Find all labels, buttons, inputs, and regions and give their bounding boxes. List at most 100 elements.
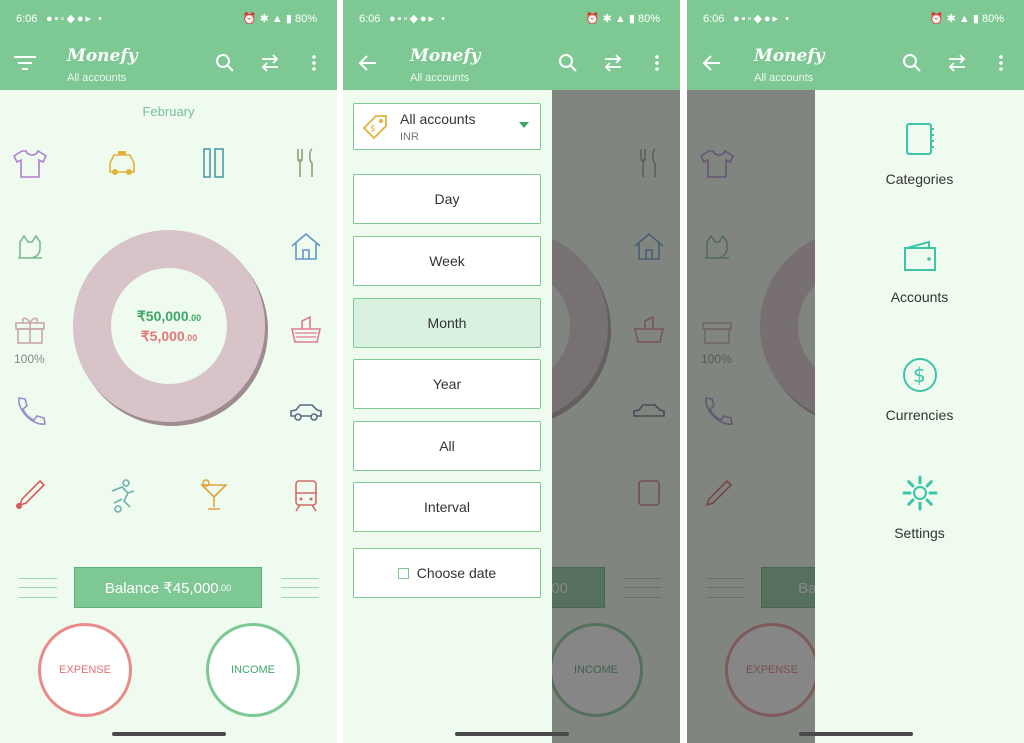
gift-icon[interactable]: [10, 309, 50, 349]
pet-icon[interactable]: [10, 226, 50, 266]
summary-donut[interactable]: ₹50,000.00 ₹5,000.00: [73, 230, 265, 422]
account-currency: INR: [400, 131, 419, 143]
account-selector[interactable]: $ All accounts INR: [353, 103, 541, 150]
shirt-icon[interactable]: [10, 143, 50, 183]
status-right: ⏰ ✱ ▲ ▮ 80%: [242, 13, 317, 25]
chevron-down-icon: [519, 122, 529, 128]
status-right: ⏰ ✱ ▲ ▮ 80%: [929, 13, 1004, 25]
brand-logo: Monefy: [754, 46, 825, 66]
price-tag-icon: $: [362, 115, 387, 140]
status-bar: 6:06 ●▪▫◆●▸ • ⏰ ✱ ▲ ▮ 80%: [687, 0, 1024, 38]
menu-item-label: Currencies: [885, 407, 954, 423]
dim-overlay[interactable]: [552, 90, 680, 743]
menu-item-settings[interactable]: Settings: [815, 474, 1024, 541]
period-year-button[interactable]: Year: [353, 359, 541, 409]
brand-logo: Monefy: [67, 46, 138, 66]
app-bar: Monefy All accounts: [0, 38, 337, 90]
toiletries-icon[interactable]: [194, 143, 234, 183]
phone-period-screen: 6:06 ●▪▫◆●▸ • ⏰ ✱ ▲ ▮ 80% Monefy All acc…: [343, 0, 680, 743]
notebook-icon: [905, 123, 934, 155]
menu-item-label: Accounts: [890, 289, 949, 305]
account-subtitle: All accounts: [67, 72, 127, 84]
home-indicator: [112, 732, 226, 736]
gift-percent: 100%: [14, 352, 45, 366]
transfer-icon[interactable]: [946, 52, 968, 74]
menu-item-currencies[interactable]: $ Currencies: [815, 356, 1024, 423]
filter-icon[interactable]: [14, 52, 36, 74]
back-arrow-icon[interactable]: [701, 52, 723, 74]
account-subtitle: All accounts: [754, 72, 814, 84]
expense-total: ₹5,000.00: [140, 327, 198, 344]
right-menu-lines: [281, 578, 319, 598]
period-day-button[interactable]: Day: [353, 174, 541, 224]
status-bar: 6:06 ●▪▫◆●▸ • ⏰ ✱ ▲ ▮ 80%: [0, 0, 337, 38]
period-interval-button[interactable]: Interval: [353, 482, 541, 532]
more-icon[interactable]: [646, 52, 668, 74]
svg-text:$: $: [370, 124, 376, 134]
phone-main-screen: 6:06 ●▪▫◆●▸ • ⏰ ✱ ▲ ▮ 80% Monefy All acc…: [0, 0, 337, 743]
balance-button[interactable]: Balance ₹45,000.00: [74, 567, 262, 608]
left-menu-lines: [19, 578, 57, 598]
app-bar: Monefy All accounts: [343, 38, 680, 90]
search-icon[interactable]: [901, 52, 923, 74]
cutlery-icon[interactable]: [286, 143, 326, 183]
calendar-icon: [397, 567, 409, 579]
menu-item-accounts[interactable]: Accounts: [815, 238, 1024, 305]
choose-date-button[interactable]: Choose date: [353, 548, 541, 598]
month-label: February: [142, 104, 195, 119]
period-drawer: $ All accounts INR Day Week Month Year A…: [343, 90, 552, 743]
transfer-icon[interactable]: [259, 52, 281, 74]
train-icon[interactable]: [286, 475, 326, 515]
wallet-icon: [903, 240, 936, 271]
status-time: 6:06: [703, 13, 725, 25]
brand-logo: Monefy: [410, 46, 481, 66]
search-icon[interactable]: [214, 52, 236, 74]
status-time: 6:06: [359, 13, 381, 25]
phone-icon[interactable]: [10, 392, 50, 432]
car-icon[interactable]: [286, 392, 326, 432]
notification-icons: ●▪▫◆●▸ •: [733, 13, 791, 25]
search-icon[interactable]: [557, 52, 579, 74]
thermometer-icon[interactable]: [10, 475, 50, 515]
more-icon[interactable]: [990, 52, 1012, 74]
battery-level: 80%: [637, 13, 660, 25]
expense-button[interactable]: EXPENSE: [38, 623, 132, 717]
income-total: ₹50,000.00: [136, 307, 202, 324]
status-right: ⏰ ✱ ▲ ▮ 80%: [585, 13, 660, 25]
donut-center: ₹50,000.00 ₹5,000.00: [111, 268, 227, 384]
status-time: 6:06: [16, 13, 38, 25]
taxi-icon[interactable]: [102, 143, 142, 183]
screenshot-collage: 6:06 ●▪▫◆●▸ • ⏰ ✱ ▲ ▮ 80% Monefy All acc…: [0, 0, 1024, 743]
home-indicator: [799, 732, 913, 736]
app-bar: Monefy All accounts: [687, 38, 1024, 90]
account-name: All accounts: [400, 111, 476, 127]
sports-icon[interactable]: [102, 475, 142, 515]
choose-date-label: Choose date: [416, 565, 497, 581]
svg-text:$: $: [913, 363, 926, 387]
notification-icons: ●▪▫◆●▸ •: [389, 13, 447, 25]
period-all-button[interactable]: All: [353, 421, 541, 471]
house-icon[interactable]: [286, 226, 326, 266]
status-bar: 6:06 ●▪▫◆●▸ • ⏰ ✱ ▲ ▮ 80%: [343, 0, 680, 38]
period-month-button[interactable]: Month: [353, 298, 541, 348]
cocktail-icon[interactable]: [194, 475, 234, 515]
phone-menu-screen: 6:06 ●▪▫◆●▸ • ⏰ ✱ ▲ ▮ 80% Monefy All acc…: [687, 0, 1024, 743]
notification-icons: ●▪▫◆●▸ •: [46, 13, 104, 25]
back-arrow-icon[interactable]: [357, 52, 379, 74]
account-subtitle: All accounts: [410, 72, 470, 84]
home-indicator: [455, 732, 569, 736]
menu-drawer: Categories Accounts $ Currencies Setting…: [815, 90, 1024, 743]
menu-item-label: Settings: [894, 525, 945, 541]
menu-item-categories[interactable]: Categories: [815, 120, 1024, 187]
gear-icon: [902, 475, 937, 511]
dollar-icon: $: [902, 358, 937, 392]
balance-label: Balance ₹45,000: [104, 579, 219, 597]
income-button[interactable]: INCOME: [206, 623, 300, 717]
dim-overlay[interactable]: [687, 90, 815, 743]
groceries-icon[interactable]: [286, 309, 326, 349]
more-icon[interactable]: [303, 52, 325, 74]
battery-level: 80%: [981, 13, 1004, 25]
transfer-icon[interactable]: [602, 52, 624, 74]
battery-level: 80%: [294, 13, 317, 25]
period-week-button[interactable]: Week: [353, 236, 541, 286]
